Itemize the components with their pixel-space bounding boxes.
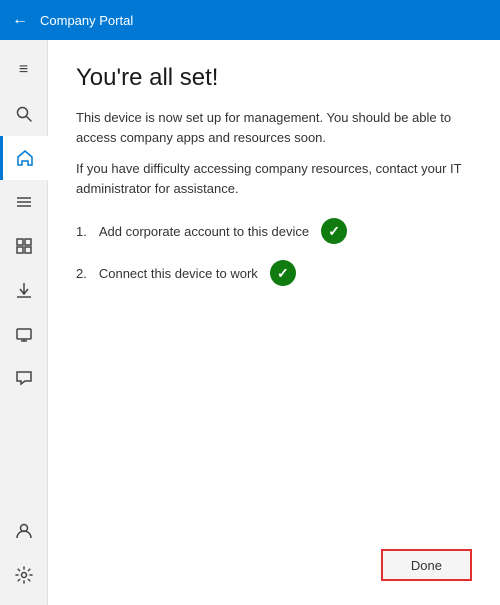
sidebar-item-download[interactable] [0, 268, 48, 312]
step-1-label: Add corporate account to this device [99, 224, 309, 239]
step-2-text: 2. [76, 266, 87, 281]
page-title: You're all set! [76, 64, 472, 92]
sidebar-item-home[interactable] [0, 136, 48, 180]
home-icon [16, 149, 34, 167]
title-bar: ← Company Portal [0, 0, 500, 40]
sidebar-item-chat[interactable] [0, 356, 48, 400]
user-icon [15, 522, 33, 540]
back-button[interactable]: ← [12, 11, 28, 29]
steps-container: 1. Add corporate account to this device … [76, 218, 472, 302]
sidebar-item-grid[interactable] [0, 224, 48, 268]
step-item-1: 1. Add corporate account to this device [76, 218, 472, 244]
main-layout: ≡ [0, 40, 500, 605]
list-icon [15, 193, 33, 211]
done-button[interactable]: Done [381, 549, 472, 581]
sidebar-item-device[interactable] [0, 312, 48, 356]
app-container: ← Company Portal ≡ [0, 0, 500, 605]
grid-icon [15, 237, 33, 255]
sidebar-item-search[interactable] [0, 92, 48, 136]
step-1-check-icon [321, 218, 347, 244]
description-text-1: This device is now set up for management… [76, 108, 472, 147]
sidebar-item-list[interactable] [0, 180, 48, 224]
device-icon [15, 325, 33, 343]
sidebar-bottom [0, 509, 48, 597]
sidebar-item-menu[interactable]: ≡ [0, 48, 48, 92]
app-title: Company Portal [40, 13, 133, 28]
menu-icon: ≡ [19, 61, 28, 79]
sidebar-item-user[interactable] [0, 509, 48, 553]
sidebar: ≡ [0, 40, 48, 605]
settings-icon [15, 566, 33, 584]
step-1-text: 1. [76, 224, 87, 239]
download-icon [15, 281, 33, 299]
description-text-2: If you have difficulty accessing company… [76, 159, 472, 198]
step-2-check-icon [270, 260, 296, 286]
step-2-label: Connect this device to work [99, 266, 258, 281]
step-item-2: 2. Connect this device to work [76, 260, 472, 286]
sidebar-item-settings[interactable] [0, 553, 48, 597]
content-area: You're all set! This device is now set u… [48, 40, 500, 605]
chat-icon [15, 369, 33, 387]
search-icon [15, 105, 33, 123]
footer: Done [76, 529, 472, 581]
